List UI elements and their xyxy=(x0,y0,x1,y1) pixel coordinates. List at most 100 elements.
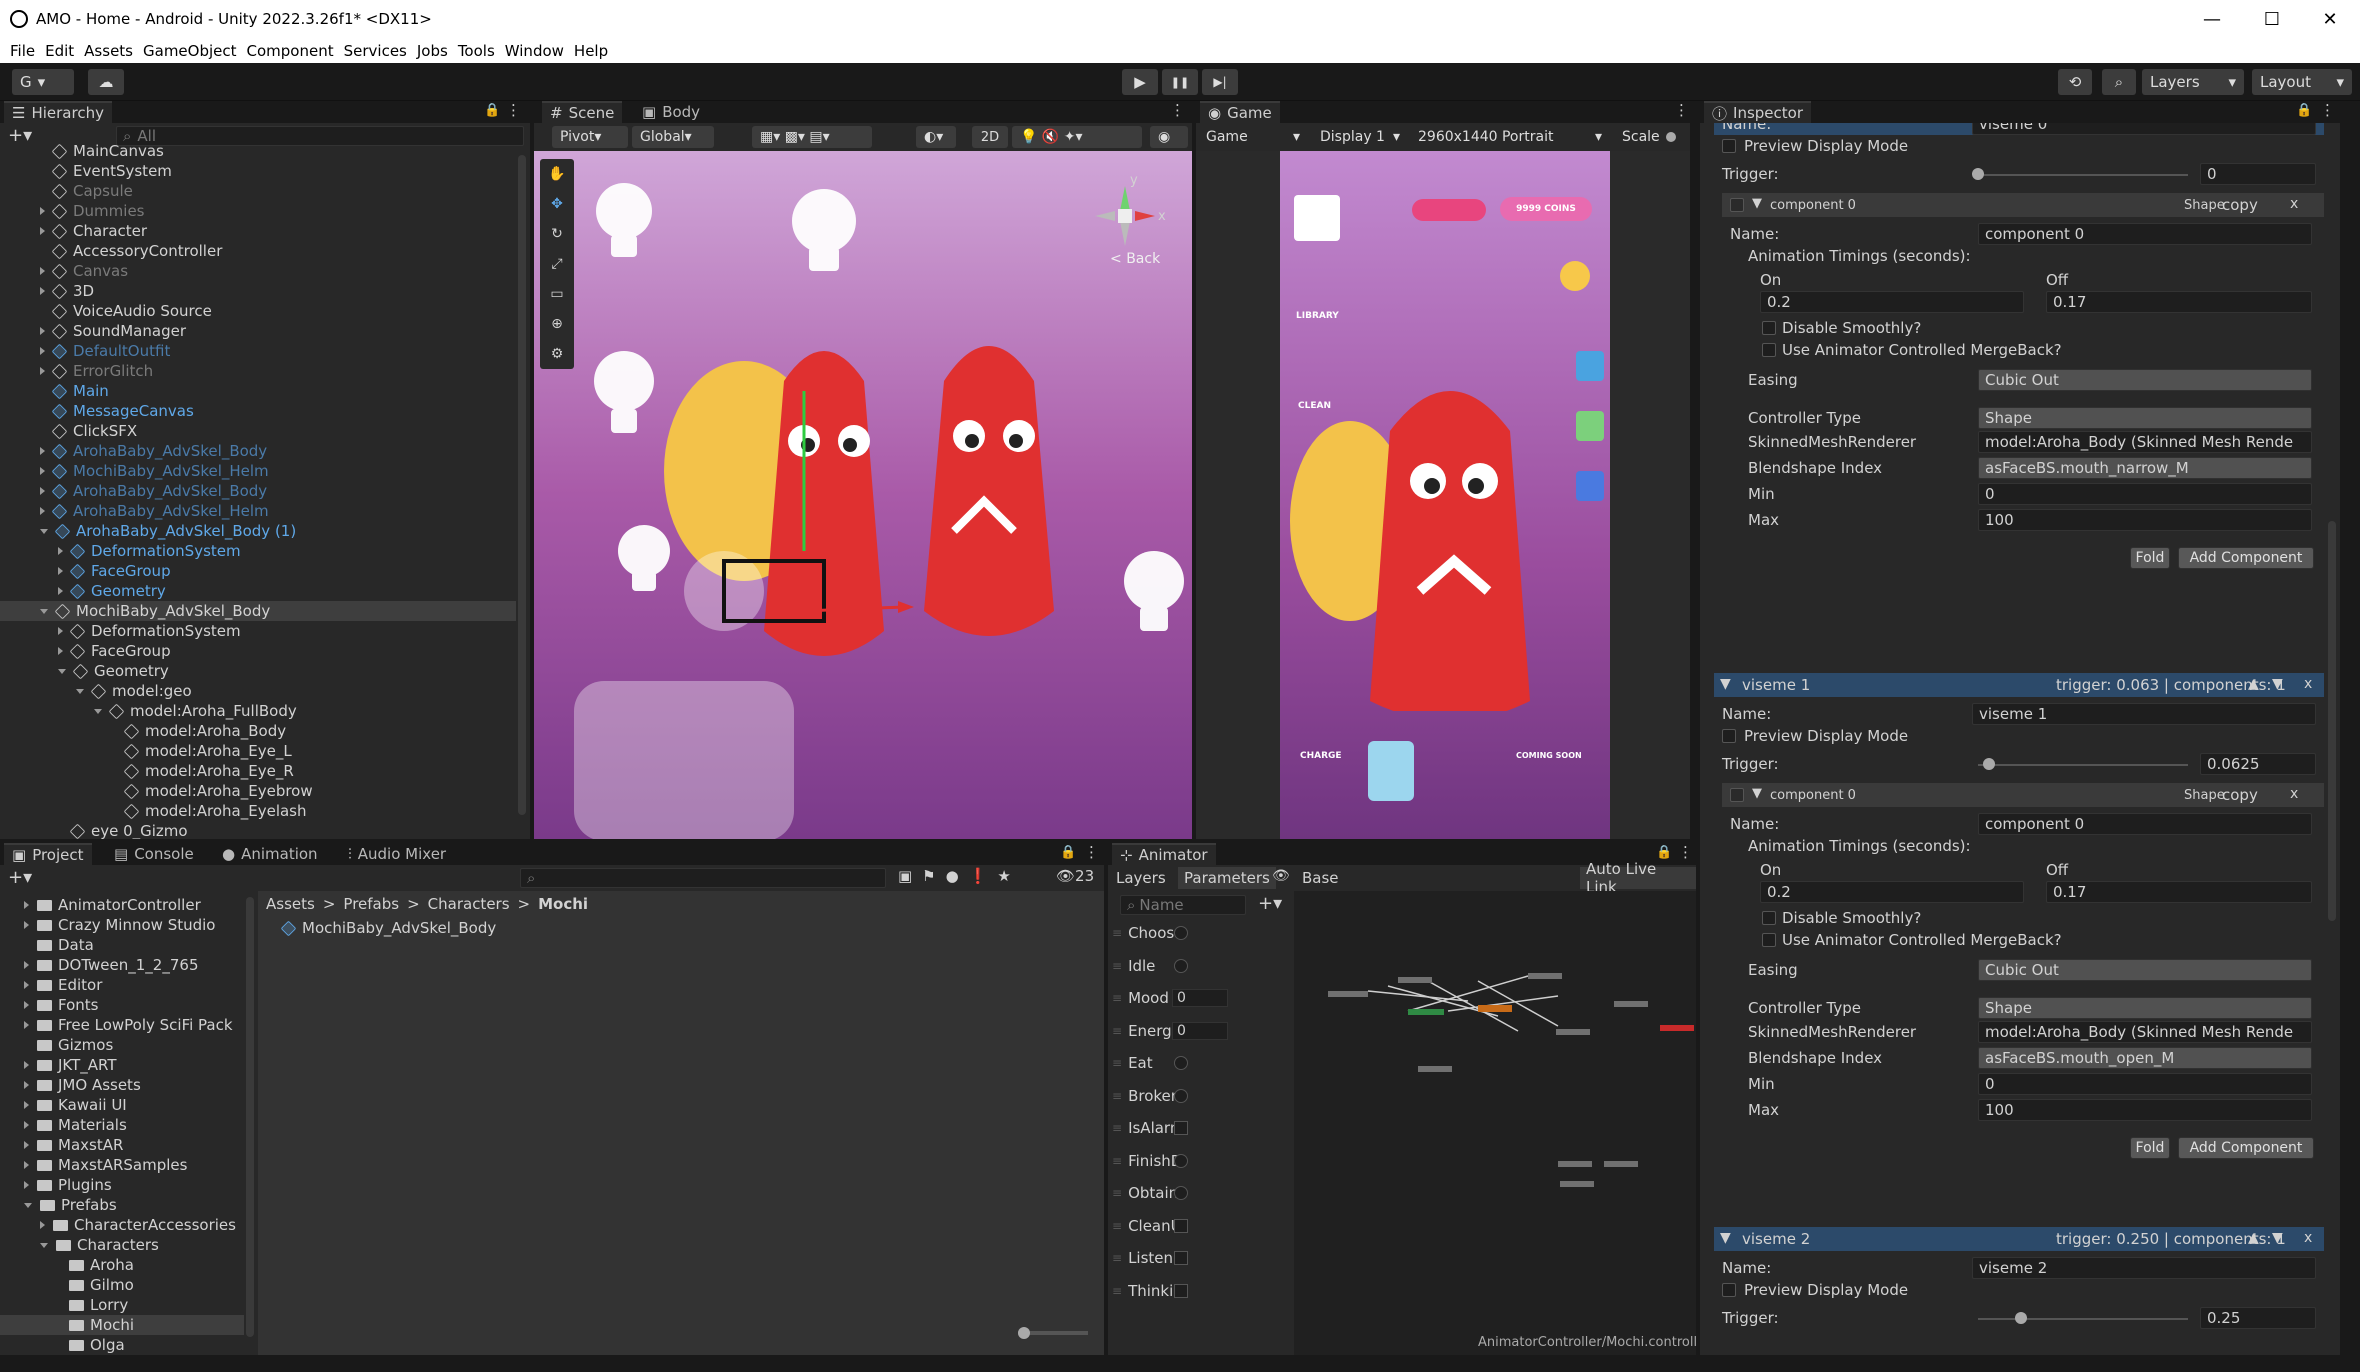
expand-down-icon[interactable] xyxy=(40,1242,48,1248)
menu-gameobject[interactable]: GameObject xyxy=(143,42,237,60)
search-button[interactable]: ⌕ xyxy=(2102,69,2136,95)
merge-back-checkbox[interactable] xyxy=(1762,343,1776,357)
folder-item[interactable]: AnimatorController xyxy=(0,895,244,915)
parameter-bool-checkbox[interactable] xyxy=(1174,1218,1188,1233)
hierarchy-item[interactable]: MessageCanvas xyxy=(0,401,516,421)
menu-component[interactable]: Component xyxy=(247,42,334,60)
history-button[interactable]: ⟲ xyxy=(2058,69,2092,95)
tab-game[interactable]: ◉ Game xyxy=(1200,101,1280,123)
hierarchy-item[interactable]: ArohaBaby_AdvSkel_Body xyxy=(0,481,516,501)
trigger-value-field[interactable]: 0.25 xyxy=(2200,1307,2316,1329)
folder-item[interactable]: Data xyxy=(0,935,244,955)
tab-scene[interactable]: # Scene xyxy=(542,101,623,123)
off-value-field[interactable]: 0.17 xyxy=(2046,291,2312,313)
menu-jobs[interactable]: Jobs xyxy=(417,42,448,60)
layers-dropdown[interactable]: Layers ▾ xyxy=(2142,69,2244,95)
viseme-name-field[interactable]: viseme 0 xyxy=(1972,123,2316,135)
trigger-slider[interactable] xyxy=(1978,764,2188,766)
account-button[interactable]: G ▾ xyxy=(12,69,74,95)
parameter-trigger-radio[interactable] xyxy=(1174,1088,1188,1103)
collapse-icon[interactable]: ▼ xyxy=(1752,196,1762,211)
hierarchy-item[interactable]: MochiBaby_AdvSkel_Body xyxy=(0,601,516,621)
drag-handle-icon[interactable]: ≡ xyxy=(1112,1056,1122,1070)
project-search-input[interactable]: ⌕ xyxy=(520,868,886,888)
expand-down-icon[interactable] xyxy=(40,608,48,614)
snap-toggles[interactable]: ▦▾ ▩▾ ▤▾ xyxy=(752,126,872,148)
scene-menu-icon[interactable]: ⋮ xyxy=(1170,101,1185,119)
hierarchy-item[interactable]: ArohaBaby_AdvSkel_Helm xyxy=(0,501,516,521)
viseme-name-field[interactable]: viseme 2 xyxy=(1972,1257,2316,1279)
drag-handle-icon[interactable]: ≡ xyxy=(1112,959,1122,973)
parameter-row[interactable]: ≡ Idle xyxy=(1108,956,1232,976)
layers-tab[interactable]: Layers xyxy=(1116,869,1166,887)
preview-checkbox[interactable] xyxy=(1722,1283,1736,1297)
tab-animator[interactable]: ⊹ Animator xyxy=(1112,843,1216,865)
preview-checkbox[interactable] xyxy=(1722,729,1736,743)
param-search-input[interactable]: ⌕ Name xyxy=(1120,895,1246,915)
expand-right-icon[interactable] xyxy=(40,327,45,335)
auto-live-link-button[interactable]: Auto Live Link xyxy=(1580,860,1696,896)
hierarchy-item[interactable]: DeformationSystem xyxy=(0,621,516,641)
parameter-row[interactable]: ≡ CleanUp xyxy=(1108,1216,1232,1236)
parameter-row[interactable]: ≡ FinishDre xyxy=(1108,1151,1232,1171)
hierarchy-item[interactable]: Main xyxy=(0,381,516,401)
controller-type-dropdown[interactable]: Shape xyxy=(1978,407,2312,429)
play-button[interactable]: ▶ xyxy=(1122,69,1158,95)
shading-dropdown[interactable]: ◐▾ xyxy=(916,126,956,148)
project-menu-icon[interactable]: ⋮ xyxy=(1084,843,1099,861)
expand-down-icon[interactable] xyxy=(94,708,102,714)
controller-type-dropdown[interactable]: Shape xyxy=(1978,997,2312,1019)
tab-audio-mixer[interactable]: ⫶ Audio Mixer xyxy=(340,843,454,865)
parameter-trigger-radio[interactable] xyxy=(1174,1056,1188,1070)
expand-right-icon[interactable] xyxy=(40,1221,45,1229)
hierarchy-item[interactable]: model:Aroha_Eye_L xyxy=(0,741,516,761)
tab-project[interactable]: ▣ Project xyxy=(4,843,92,865)
expand-right-icon[interactable] xyxy=(24,1161,29,1169)
expand-right-icon[interactable] xyxy=(24,1081,29,1089)
parameter-row[interactable]: ≡ Listening xyxy=(1108,1248,1232,1268)
scale-slider[interactable]: Scale xyxy=(1614,126,1688,148)
pause-button[interactable]: ❚❚ xyxy=(1162,69,1198,95)
breadcrumb-mochi[interactable]: Mochi xyxy=(538,895,588,913)
tab-console[interactable]: ▤ Console xyxy=(106,843,202,865)
collapse-icon[interactable]: ▼ xyxy=(1720,676,1731,692)
resolution-dropdown[interactable]: 2960x1440 Portrait ▾ xyxy=(1410,126,1610,148)
hierarchy-item[interactable]: Canvas xyxy=(0,261,516,281)
hierarchy-item[interactable]: eye 0_Gizmo xyxy=(0,821,516,839)
expand-right-icon[interactable] xyxy=(24,1141,29,1149)
folder-item[interactable]: JKT_ART xyxy=(0,1055,244,1075)
copy-component-button[interactable]: copy xyxy=(2222,786,2258,804)
project-lock-icon[interactable]: 🔒 xyxy=(1060,845,1076,860)
hierarchy-item[interactable]: model:Aroha_Eye_R xyxy=(0,761,516,781)
tab-body[interactable]: ▣ Body xyxy=(634,101,708,123)
expand-right-icon[interactable] xyxy=(40,227,45,235)
trigger-slider-knob[interactable] xyxy=(2014,1312,2027,1324)
move-tool-icon[interactable]: ✥ xyxy=(551,196,563,212)
folder-item[interactable]: Free LowPoly SciFi Pack xyxy=(0,1015,244,1035)
inspector-lock-icon[interactable]: 🔒 xyxy=(2296,103,2312,118)
fold-button[interactable]: Fold xyxy=(2130,1137,2170,1159)
hierarchy-item[interactable]: Geometry xyxy=(0,661,516,681)
maximize-button[interactable]: ☐ xyxy=(2242,0,2302,38)
base-layer-breadcrumb[interactable]: Base xyxy=(1302,869,1339,887)
scale-tool-icon[interactable]: ⤢ xyxy=(551,256,562,272)
component-enabled-checkbox[interactable] xyxy=(1730,198,1744,212)
disable-smooth-checkbox[interactable] xyxy=(1762,321,1776,335)
drag-handle-icon[interactable]: ≡ xyxy=(1112,1121,1122,1135)
parameter-trigger-radio[interactable] xyxy=(1174,1153,1188,1168)
parameter-float-field[interactable]: 0 xyxy=(1172,989,1228,1007)
hierarchy-item[interactable]: EventSystem xyxy=(0,161,516,181)
on-value-field[interactable]: 0.2 xyxy=(1760,291,2024,313)
parameters-tab[interactable]: Parameters xyxy=(1178,867,1276,889)
add-component-button[interactable]: Add Component xyxy=(2178,1137,2314,1159)
hierarchy-scrollbar[interactable] xyxy=(518,155,526,815)
hierarchy-item[interactable]: model:Aroha_Eyebrow xyxy=(0,781,516,801)
hierarchy-item[interactable]: DefaultOutfit xyxy=(0,341,516,361)
scene-view-toggles[interactable]: 💡 🔇 ✦▾ xyxy=(1012,126,1142,148)
folder-item[interactable]: MaxstAR xyxy=(0,1135,244,1155)
custom-tool-icon[interactable]: ⚙ xyxy=(551,346,564,362)
rect-tool-icon[interactable]: ▭ xyxy=(550,286,563,302)
hierarchy-item[interactable]: Geometry xyxy=(0,581,516,601)
lock-icon[interactable]: 🔒 xyxy=(484,103,500,118)
collapse-icon[interactable]: ▼ xyxy=(1752,786,1762,801)
